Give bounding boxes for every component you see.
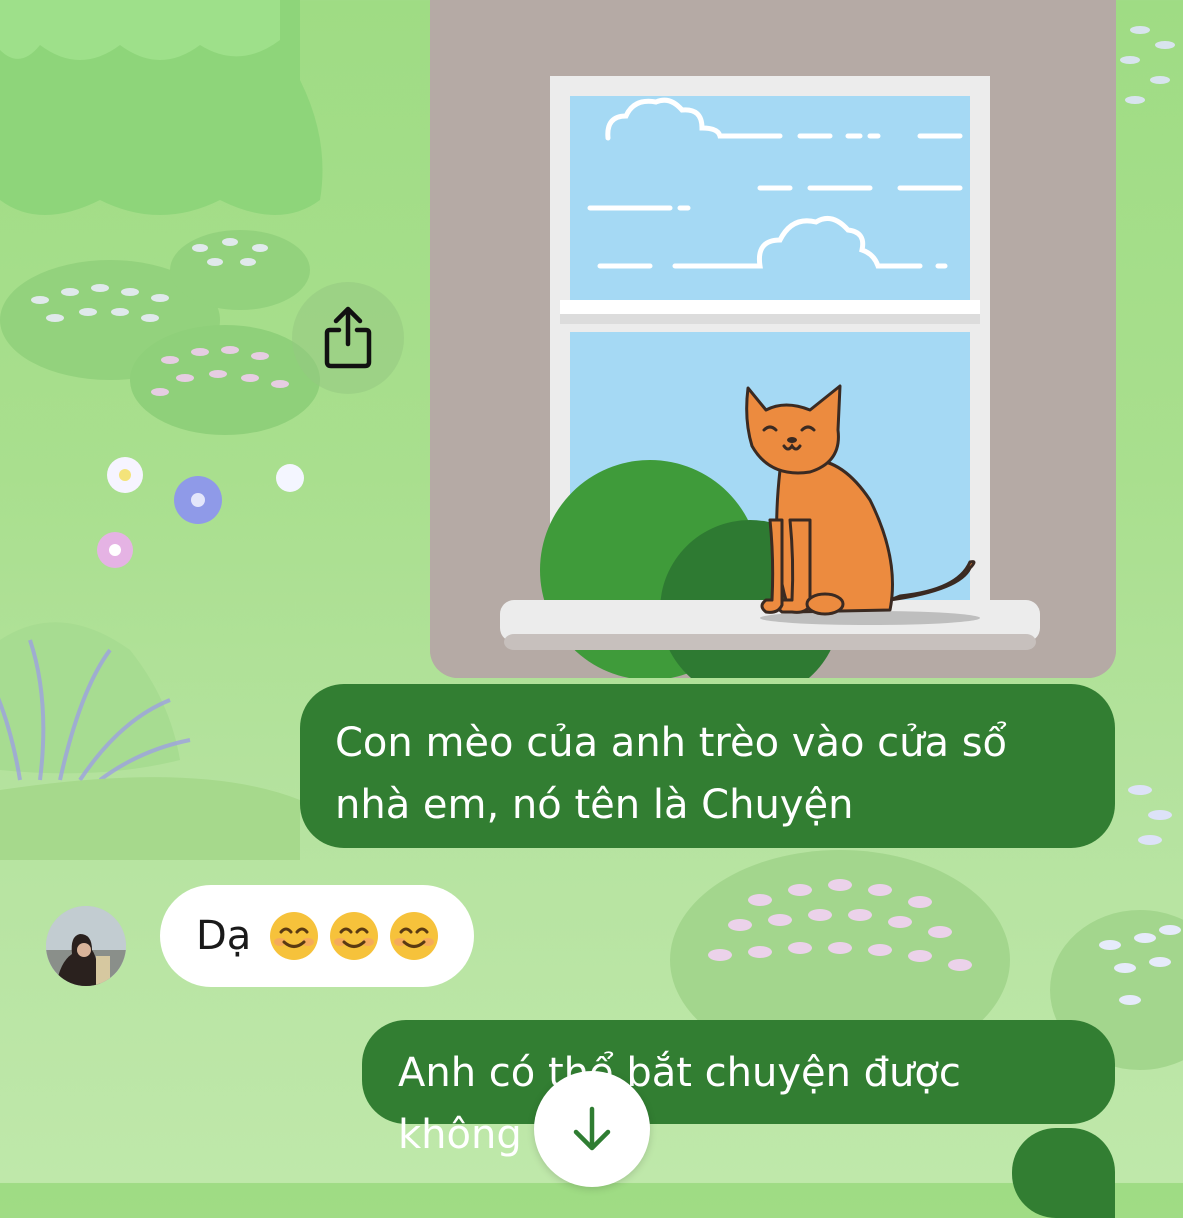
arrow-down-icon (573, 1106, 611, 1151)
smiling-face-emoji-icon (330, 912, 379, 960)
scroll-to-bottom-button[interactable] (534, 1071, 650, 1187)
share-button[interactable] (292, 282, 404, 394)
message-text: Con mèo của anh trèo vào cửa sổ nhà em, … (335, 720, 1008, 828)
outgoing-message-bubble[interactable]: Con mèo của anh trèo vào cửa sổ nhà em, … (300, 684, 1115, 848)
outgoing-message-bubble[interactable]: Anh có thể bắt chuyện được không (362, 1020, 1115, 1158)
smiling-face-emoji-icon (270, 912, 319, 960)
cat-window-illustration (430, 0, 1116, 678)
message-text: Dạ (196, 913, 252, 959)
avatar-photo (46, 906, 126, 986)
outgoing-message-bubble[interactable] (1012, 1128, 1115, 1218)
incoming-message-bubble[interactable]: Dạ (160, 885, 474, 987)
share-icon (324, 306, 372, 369)
avatar[interactable] (46, 906, 126, 986)
smiling-face-emoji-icon (390, 912, 439, 960)
image-message[interactable] (430, 0, 1116, 678)
